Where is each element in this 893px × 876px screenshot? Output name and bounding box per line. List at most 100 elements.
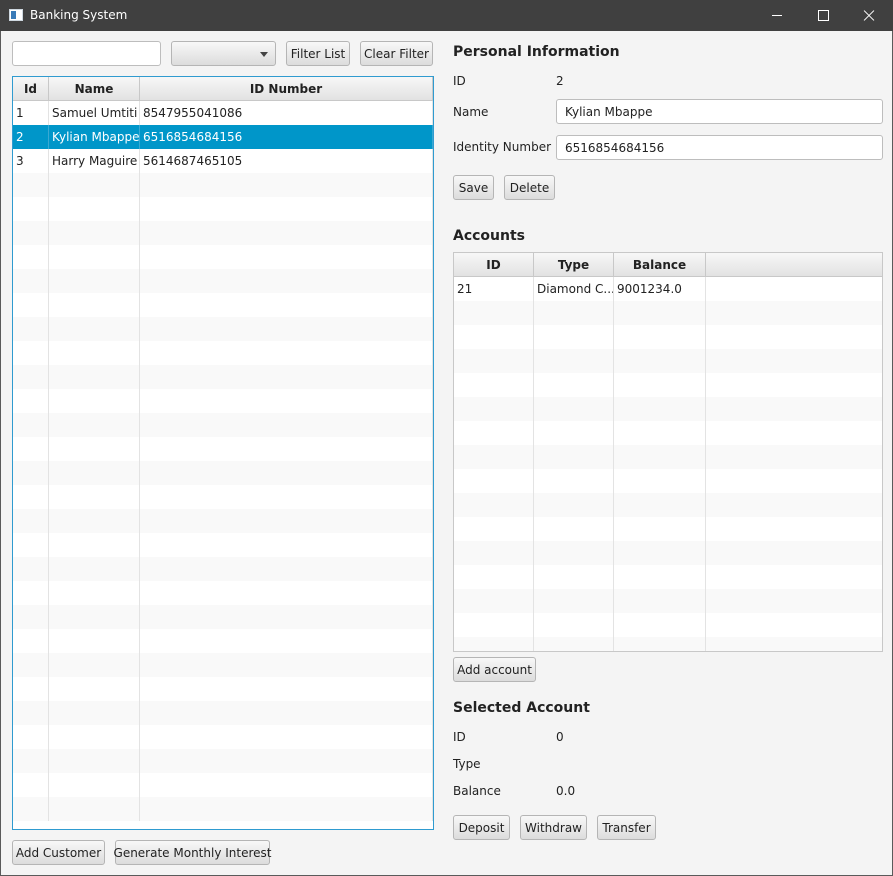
identity-number-field[interactable]: 6516854684156 xyxy=(556,135,883,160)
column-header-account-id[interactable]: ID xyxy=(454,253,534,276)
column-header-name[interactable]: Name xyxy=(49,77,140,100)
cell-name xyxy=(49,437,140,461)
cell-name xyxy=(49,725,140,749)
empty-table-row[interactable] xyxy=(13,485,433,509)
withdraw-button[interactable]: Withdraw xyxy=(520,815,587,840)
empty-table-row[interactable] xyxy=(454,613,882,637)
empty-table-row[interactable] xyxy=(454,517,882,541)
name-field[interactable]: Kylian Mbappe xyxy=(556,99,883,124)
cell-id xyxy=(13,581,49,605)
empty-table-row[interactable] xyxy=(454,469,882,493)
cell-id-number xyxy=(140,341,433,365)
empty-table-row[interactable] xyxy=(13,629,433,653)
empty-table-row[interactable] xyxy=(13,701,433,725)
empty-table-row[interactable] xyxy=(13,413,433,437)
cell-id-number xyxy=(140,293,433,317)
empty-table-row[interactable] xyxy=(13,749,433,773)
empty-table-row[interactable] xyxy=(454,589,882,613)
empty-table-row[interactable] xyxy=(454,397,882,421)
empty-table-row[interactable] xyxy=(454,637,882,651)
empty-table-row[interactable] xyxy=(13,509,433,533)
cell-account-id xyxy=(454,397,534,421)
clear-filter-button[interactable]: Clear Filter xyxy=(360,41,433,66)
save-button[interactable]: Save xyxy=(453,175,494,200)
empty-table-row[interactable] xyxy=(13,269,433,293)
empty-table-row[interactable] xyxy=(454,301,882,325)
transfer-button[interactable]: Transfer xyxy=(597,815,656,840)
empty-table-row[interactable] xyxy=(454,445,882,469)
column-header-type[interactable]: Type xyxy=(534,253,614,276)
empty-table-row[interactable] xyxy=(454,541,882,565)
cell-id xyxy=(13,677,49,701)
empty-table-row[interactable] xyxy=(454,421,882,445)
empty-table-row[interactable] xyxy=(13,341,433,365)
empty-table-row[interactable] xyxy=(454,493,882,517)
filter-input[interactable] xyxy=(12,41,161,66)
cell-account-id xyxy=(454,565,534,589)
empty-table-row[interactable] xyxy=(13,221,433,245)
cell-name xyxy=(49,365,140,389)
empty-table-row[interactable] xyxy=(13,461,433,485)
generate-monthly-interest-button[interactable]: Generate Monthly Interest xyxy=(114,840,271,865)
add-account-button[interactable]: Add account xyxy=(453,657,536,682)
deposit-button[interactable]: Deposit xyxy=(453,815,510,840)
empty-table-row[interactable] xyxy=(13,365,433,389)
empty-table-row[interactable] xyxy=(13,173,433,197)
cell-id xyxy=(13,341,49,365)
table-row[interactable]: 1 Samuel Umtiti 8547955041086 xyxy=(13,101,433,125)
table-row[interactable]: 3 Harry Maguire 5614687465105 xyxy=(13,149,433,173)
personal-info-heading: Personal Information xyxy=(453,44,620,60)
empty-table-row[interactable] xyxy=(454,325,882,349)
cell-id-number xyxy=(140,221,433,245)
minimize-button[interactable] xyxy=(754,0,800,31)
empty-table-row[interactable] xyxy=(13,677,433,701)
cell-filler xyxy=(706,421,882,445)
filter-list-button[interactable]: Filter List xyxy=(286,41,350,66)
accounts-table[interactable]: ID Type Balance 21 Diamond C... 9001234.0 xyxy=(453,252,883,652)
add-customer-button[interactable]: Add Customer xyxy=(12,840,105,865)
table-row[interactable]: 21 Diamond C... 9001234.0 xyxy=(454,277,882,301)
column-header-balance[interactable]: Balance xyxy=(614,253,706,276)
cell-filler xyxy=(706,541,882,565)
empty-table-row[interactable] xyxy=(13,557,433,581)
customers-table[interactable]: Id Name ID Number 1 Samuel Umtiti 85479550… xyxy=(12,76,434,830)
empty-table-row[interactable] xyxy=(13,245,433,269)
empty-table-row[interactable] xyxy=(13,653,433,677)
empty-table-row[interactable] xyxy=(13,581,433,605)
empty-table-row[interactable] xyxy=(13,533,433,557)
chevron-down-icon xyxy=(260,52,268,57)
cell-type xyxy=(534,493,614,517)
empty-table-row[interactable] xyxy=(13,797,433,821)
empty-table-row[interactable] xyxy=(13,437,433,461)
empty-table-row[interactable] xyxy=(13,197,433,221)
cell-id-number: 5614687465105 xyxy=(140,149,433,173)
cell-id xyxy=(13,269,49,293)
cell-name xyxy=(49,653,140,677)
empty-table-row[interactable] xyxy=(13,605,433,629)
empty-table-row[interactable] xyxy=(13,773,433,797)
close-button[interactable] xyxy=(846,0,892,31)
cell-id-number xyxy=(140,269,433,293)
cell-filler xyxy=(706,325,882,349)
empty-table-row[interactable] xyxy=(13,293,433,317)
cell-filler xyxy=(706,373,882,397)
cell-balance xyxy=(614,421,706,445)
empty-table-row[interactable] xyxy=(454,565,882,589)
table-row[interactable]: 2 Kylian Mbappe 6516854684156 xyxy=(13,125,433,149)
empty-table-row[interactable] xyxy=(454,349,882,373)
cell-name xyxy=(49,677,140,701)
delete-button[interactable]: Delete xyxy=(504,175,555,200)
empty-table-row[interactable] xyxy=(454,373,882,397)
column-header-id[interactable]: Id xyxy=(13,77,49,100)
empty-table-row[interactable] xyxy=(13,317,433,341)
selected-balance-value: 0.0 xyxy=(556,784,576,798)
cell-type: Diamond C... xyxy=(534,277,614,301)
column-header-id-number[interactable]: ID Number xyxy=(140,77,433,100)
cell-balance xyxy=(614,637,706,651)
maximize-button[interactable] xyxy=(800,0,846,31)
cell-id xyxy=(13,317,49,341)
cell-id xyxy=(13,725,49,749)
empty-table-row[interactable] xyxy=(13,389,433,413)
empty-table-row[interactable] xyxy=(13,725,433,749)
filter-combo[interactable] xyxy=(171,41,276,66)
